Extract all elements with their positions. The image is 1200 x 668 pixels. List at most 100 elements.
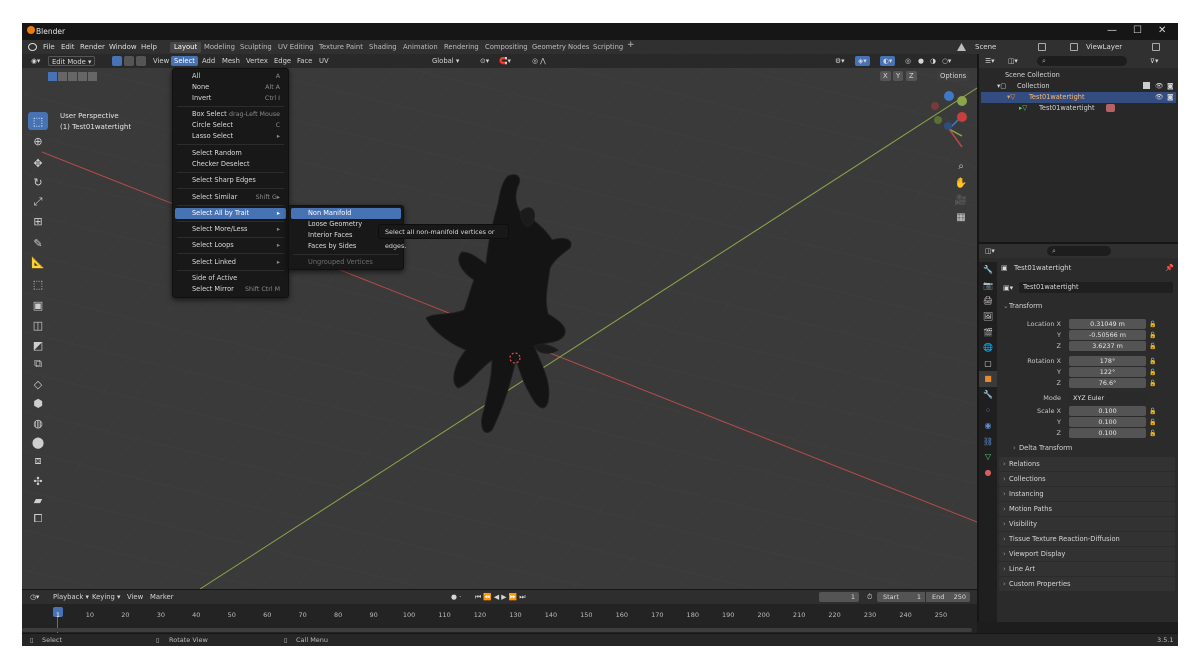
menu-vertex[interactable]: Vertex bbox=[243, 56, 271, 66]
rotation-z-field[interactable]: 76.6° bbox=[1069, 378, 1146, 388]
location-y-field[interactable]: -0.50566 m bbox=[1069, 330, 1146, 340]
menu-edit[interactable]: Edit bbox=[61, 43, 75, 51]
scale-z-field[interactable]: 0.100 bbox=[1069, 428, 1146, 438]
scene-tab-icon[interactable]: 🎬 bbox=[979, 324, 997, 340]
eye-icon[interactable]: 👁 bbox=[1155, 81, 1163, 92]
tab-sculpting[interactable]: Sculpting bbox=[236, 42, 276, 53]
scale-icon[interactable]: ⤢ bbox=[28, 193, 48, 211]
world-tab-icon[interactable]: 🌐 bbox=[979, 340, 997, 356]
record-icon[interactable]: ● · bbox=[448, 592, 464, 602]
non-manifold-item[interactable]: Non Manifold bbox=[291, 208, 401, 219]
tab-shading[interactable]: Shading bbox=[365, 42, 401, 53]
extrude-icon[interactable]: ▣ bbox=[28, 296, 48, 314]
tool-tab-icon[interactable]: 🔧 bbox=[979, 262, 997, 278]
xray-icon[interactable]: ◐▾ bbox=[880, 56, 896, 66]
3d-viewport[interactable]: ◉▾ Edit Mode ▾ View Select Add Mesh Vert… bbox=[22, 54, 977, 589]
transform-section-header[interactable]: ⌄ Transform bbox=[999, 299, 1175, 313]
shear-icon[interactable]: ▰ bbox=[28, 491, 48, 509]
gizmo-visibility-icon[interactable]: ⚙▾ bbox=[832, 56, 848, 66]
close-button[interactable]: ✕ bbox=[1158, 25, 1166, 36]
outliner-row[interactable]: Scene Collection bbox=[981, 70, 1176, 81]
tab-texture-paint[interactable]: Texture Paint bbox=[315, 42, 367, 53]
camera-icon[interactable]: 🎥 bbox=[953, 191, 969, 209]
tab-scripting[interactable]: Scripting bbox=[589, 42, 627, 53]
timeline-scrollbar[interactable] bbox=[22, 628, 972, 632]
marker-menu[interactable]: Marker bbox=[147, 592, 177, 602]
exclude-checkbox[interactable] bbox=[1143, 82, 1150, 89]
wireframe-shading-icon[interactable]: ◎ bbox=[902, 56, 914, 66]
select-menu-item[interactable]: Select Similar Shift G▸ bbox=[175, 192, 286, 203]
properties-editor-type-icon[interactable]: ◫▾ bbox=[982, 246, 998, 256]
spin-icon[interactable]: ◍ bbox=[28, 414, 48, 432]
cursor-icon[interactable]: ⊕ bbox=[28, 132, 48, 150]
rotate-icon[interactable]: ↻ bbox=[28, 173, 48, 191]
collections-section[interactable]: › Collections bbox=[999, 472, 1175, 486]
maximize-button[interactable]: ☐ bbox=[1133, 25, 1142, 36]
zoom-icon[interactable]: ⌕ bbox=[953, 157, 969, 175]
select-menu-item[interactable]: Side of Active bbox=[175, 273, 286, 284]
smooth-icon[interactable]: ⬤ bbox=[28, 433, 48, 451]
snap-icon[interactable]: 🧲▾ bbox=[496, 56, 514, 66]
mirror-x-toggle[interactable]: X bbox=[880, 71, 891, 81]
tab-uv-editing[interactable]: UV Editing bbox=[274, 42, 317, 53]
keying-menu[interactable]: Keying ▾ bbox=[89, 592, 123, 602]
delta-transform-section[interactable]: › Delta Transform bbox=[1009, 441, 1175, 455]
menu-uv[interactable]: UV bbox=[316, 56, 332, 66]
select-menu-item[interactable]: None Alt A bbox=[175, 82, 286, 93]
output-tab-icon[interactable]: 🖨 bbox=[979, 293, 997, 309]
tab-geometry-nodes[interactable]: Geometry Nodes bbox=[528, 42, 593, 53]
location-x-field[interactable]: 0.31049 m bbox=[1069, 319, 1146, 329]
mode-selector[interactable]: Edit Mode ▾ bbox=[48, 56, 96, 66]
select-menu-item[interactable]: Select Linked ▸ bbox=[175, 257, 286, 268]
add-cube-icon[interactable]: ⬚ bbox=[28, 275, 48, 293]
tissue-section[interactable]: › Tissue Texture Reaction-Diffusion bbox=[999, 532, 1175, 546]
vertex-select-mode-icon[interactable] bbox=[112, 56, 122, 66]
constraints-tab-icon[interactable]: ⛓ bbox=[979, 434, 997, 450]
outliner-row[interactable]: ▾▽ Test01watertight 👁 ◙ bbox=[981, 92, 1176, 103]
loop-cut-icon[interactable]: ⧉ bbox=[28, 355, 48, 373]
select-menu-item[interactable]: Box Select drag-Left Mouse bbox=[175, 109, 286, 120]
current-frame-field[interactable]: 1 bbox=[819, 592, 859, 602]
material-shading-icon[interactable]: ◑ bbox=[927, 56, 939, 66]
custom-properties-section[interactable]: › Custom Properties bbox=[999, 577, 1175, 591]
menu-select[interactable]: Select bbox=[171, 56, 198, 66]
select-menu-item[interactable]: Invert Ctrl I bbox=[175, 93, 286, 104]
render-icon[interactable]: ◙ bbox=[1167, 92, 1173, 103]
select-menu-item[interactable]: Select Random bbox=[175, 148, 286, 159]
select-menu-item[interactable]: Checker Deselect bbox=[175, 159, 286, 170]
select-subtract-icon[interactable] bbox=[68, 72, 77, 81]
pin-icon[interactable]: 📌 bbox=[1165, 264, 1174, 272]
outliner-row[interactable]: ▸▽ Test01watertight bbox=[981, 103, 1176, 114]
select-menu-item[interactable]: Select Loops ▸ bbox=[175, 240, 286, 251]
view-layer-selector[interactable]: ViewLayer bbox=[1086, 43, 1122, 51]
menu-render[interactable]: Render bbox=[80, 43, 105, 51]
tab-layout[interactable]: Layout bbox=[170, 42, 202, 53]
outliner-search-input[interactable] bbox=[1037, 56, 1127, 66]
add-workspace-button[interactable]: + bbox=[623, 40, 639, 51]
select-menu-item[interactable]: Select Sharp Edges bbox=[175, 175, 286, 186]
select-menu-item[interactable]: Select More/Less ▸ bbox=[175, 224, 286, 235]
preview-range-icon[interactable]: ⏱ bbox=[864, 592, 875, 602]
lock-icon[interactable]: 🔓 🔓 🔓 bbox=[1149, 356, 1156, 389]
hand-icon[interactable]: ✋ bbox=[953, 174, 969, 192]
tab-rendering[interactable]: Rendering bbox=[440, 42, 483, 53]
lock-icon[interactable]: 🔓 🔓 🔓 bbox=[1149, 406, 1156, 439]
measure-icon[interactable]: 📐 bbox=[28, 253, 48, 271]
menu-add[interactable]: Add bbox=[199, 56, 218, 66]
location-z-field[interactable]: 3.6237 m bbox=[1069, 341, 1146, 351]
menu-window[interactable]: Window bbox=[109, 43, 137, 51]
display-mode-icon[interactable]: ◫▾ bbox=[1005, 56, 1021, 66]
motion-paths-section[interactable]: › Motion Paths bbox=[999, 502, 1175, 516]
eye-icon[interactable]: 👁 bbox=[1155, 92, 1163, 103]
select-menu-item[interactable]: All A bbox=[175, 71, 286, 82]
edge-slide-icon[interactable]: ⧈ bbox=[28, 452, 48, 470]
select-all-by-trait-item[interactable]: Select All by Trait ▸ bbox=[175, 208, 286, 219]
select-extend-icon[interactable] bbox=[58, 72, 67, 81]
overlay-icon[interactable]: ◈▾ bbox=[855, 56, 870, 66]
pivot-icon[interactable]: ⊙▾ bbox=[477, 56, 492, 66]
menu-edge[interactable]: Edge bbox=[271, 56, 294, 66]
start-frame-field[interactable]: Start 1 bbox=[877, 592, 925, 602]
knife-icon[interactable]: ◇ bbox=[28, 375, 48, 393]
tab-modeling[interactable]: Modeling bbox=[200, 42, 239, 53]
instancing-section[interactable]: › Instancing bbox=[999, 487, 1175, 501]
